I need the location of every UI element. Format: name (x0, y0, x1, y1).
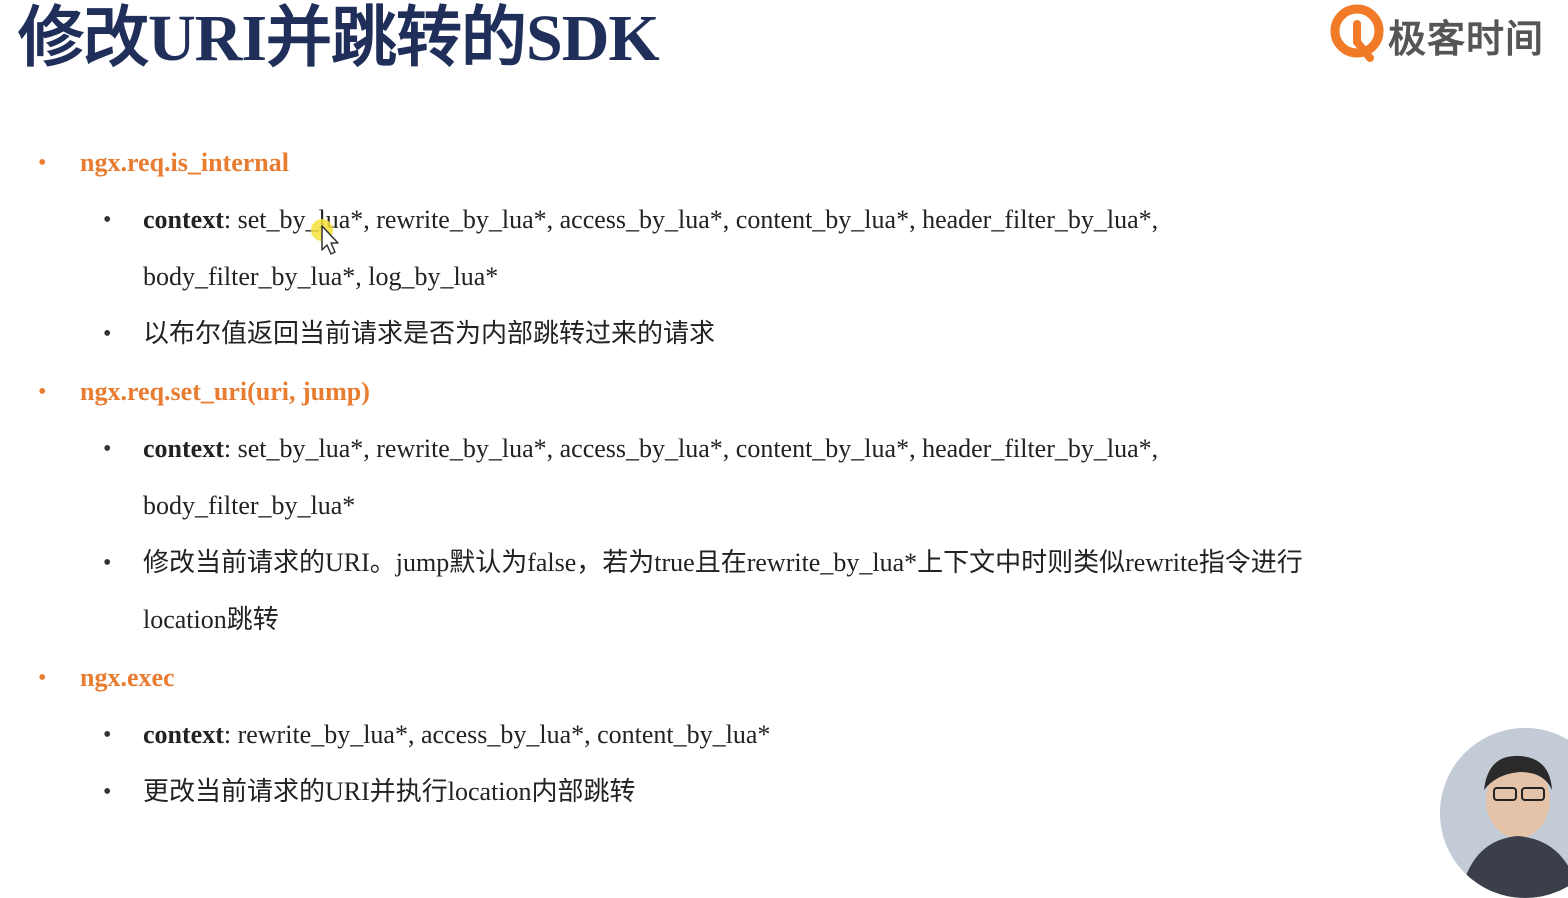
brand-logo: 极客时间 (1330, 4, 1544, 66)
context-line-continued: body_filter_by_lua* (143, 491, 356, 520)
bullet-dot: • (103, 550, 112, 576)
section-heading: ngx.req.set_uri(uri, jump) (80, 377, 370, 406)
context-line: context: rewrite_by_lua*, access_by_lua*… (143, 717, 770, 753)
context-values: : set_by_lua*, rewrite_by_lua*, access_b… (223, 205, 1159, 234)
description-line: 以布尔值返回当前请求是否为内部跳转过来的请求 (143, 319, 716, 348)
bullet-dot: • (103, 207, 112, 233)
section-heading: ngx.req.is_internal (80, 148, 289, 177)
presenter-webcam (1440, 728, 1568, 898)
section-heading: ngx.exec (80, 663, 175, 692)
bullet-dot: • (103, 436, 112, 462)
bullet-dot: • (103, 321, 112, 347)
context-line: context: set_by_lua*, rewrite_by_lua*, a… (143, 202, 1158, 238)
bullet-dot: • (103, 779, 112, 805)
logo-text: 极客时间 (1388, 16, 1545, 61)
description-line: 更改当前请求的URI并执行location内部跳转 (143, 777, 636, 806)
context-values: : rewrite_by_lua*, access_by_lua*, conte… (223, 720, 771, 749)
description-line-continued: location跳转 (143, 605, 279, 634)
context-label: context (143, 720, 224, 749)
context-label: context (143, 205, 224, 234)
bullet-dot: • (38, 379, 47, 405)
context-line-continued: body_filter_by_lua*, log_by_lua* (143, 262, 499, 291)
description-line: 修改当前请求的URI。jump默认为false，若为true且在rewrite_… (143, 548, 1303, 577)
geektime-logo-icon (1330, 4, 1384, 62)
bullet-dot: • (38, 150, 47, 176)
bullet-dot: • (103, 722, 112, 748)
slide-title: 修改URI并跳转的SDK (18, 2, 660, 75)
context-line: context: set_by_lua*, rewrite_by_lua*, a… (143, 431, 1158, 467)
context-values: : set_by_lua*, rewrite_by_lua*, access_b… (223, 434, 1159, 463)
presenter-image (1440, 728, 1568, 898)
context-label: context (143, 434, 224, 463)
mouse-cursor-icon (311, 219, 339, 255)
bullet-dot: • (38, 665, 47, 691)
